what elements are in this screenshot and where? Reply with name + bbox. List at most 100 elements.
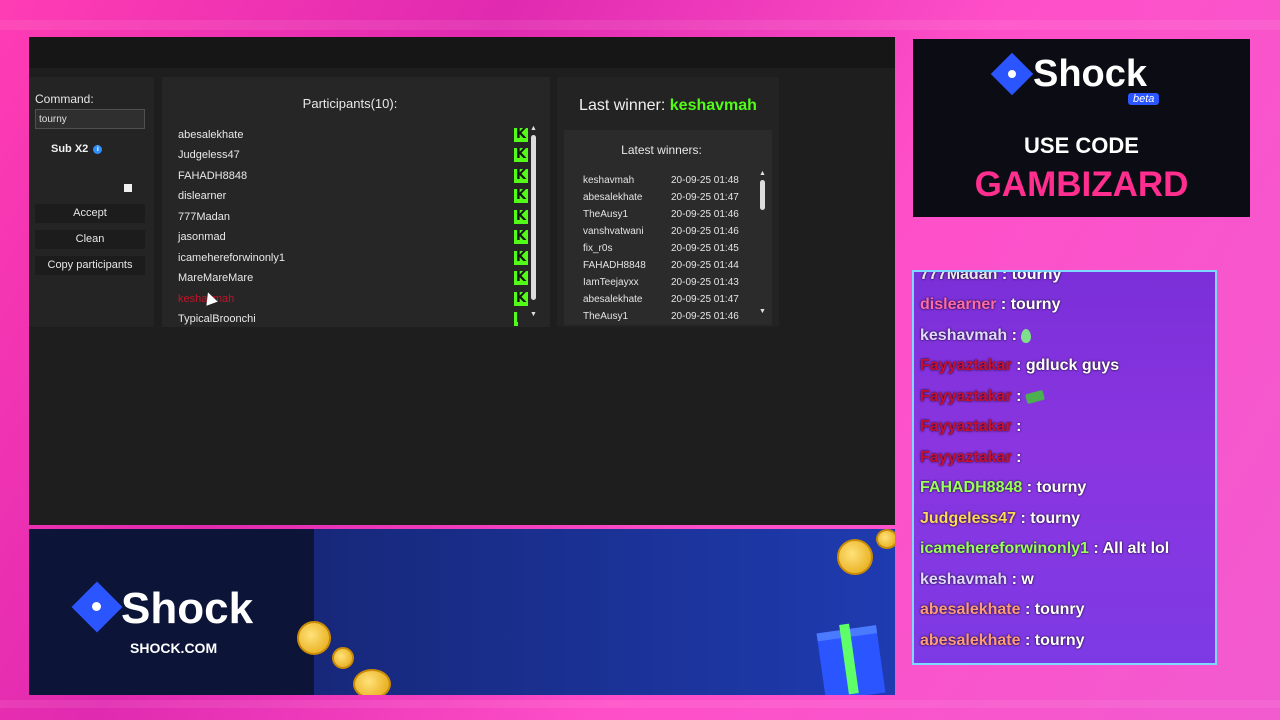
participant-row[interactable]: FAHADH8848 K: [178, 166, 528, 186]
winner-row: abesalekhate 20-09-25 01:47: [583, 291, 758, 308]
participant-row[interactable]: dislearner K: [178, 186, 528, 206]
info-icon[interactable]: i: [93, 144, 103, 154]
winner-name: FAHADH8848: [583, 260, 646, 271]
participants-scrollbar[interactable]: [531, 135, 536, 300]
winner-date: 20-09-25 01:44: [671, 260, 739, 271]
chat-message: abesalekhate : tourny: [920, 632, 1085, 650]
kick-icon: K: [514, 147, 528, 162]
chat-message: abesalekhate : tounry: [920, 601, 1085, 619]
scroll-down-arrow[interactable]: ▼: [530, 311, 537, 318]
beta-badge: beta: [1128, 93, 1160, 105]
chat-text: : tourny: [1022, 479, 1087, 496]
chat-text: :: [1011, 449, 1022, 466]
winner-date: 20-09-25 01:47: [671, 294, 739, 305]
winner-row: TheAusy1 20-09-25 01:46: [583, 206, 758, 223]
kick-icon: K: [514, 250, 528, 265]
participant-name: MareMareMare: [178, 272, 254, 284]
chat-text: : tourny: [997, 270, 1062, 283]
winner-row: fix_r0s 20-09-25 01:45: [583, 240, 758, 257]
participants-panel: Participants(10): abesalekhate K Judgeles…: [162, 77, 550, 327]
scroll-up-arrow[interactable]: ▲: [530, 125, 537, 132]
winners-scroll-down-arrow[interactable]: ▼: [759, 308, 766, 315]
participants-title: Participants(10):: [302, 96, 398, 111]
participant-row[interactable]: icamehereforwinonly1 K: [178, 248, 528, 268]
control-panel: Command: tourny Sub X2 i Accept Clean Co…: [29, 77, 154, 327]
chat-username: Fayyaztakar: [920, 388, 1012, 405]
winner-name: TheAusy1: [583, 209, 629, 220]
kick-icon: K: [514, 229, 528, 244]
participant-name: abesalekhate: [178, 129, 244, 141]
chat-message: Fayyaztakar :: [920, 449, 1021, 467]
chat-message: 777Madan : tourny: [920, 270, 1062, 284]
kick-icon: K: [514, 270, 528, 285]
chat-message: keshavmah : w: [920, 571, 1034, 589]
winner-row: vanshvatwani 20-09-25 01:46: [583, 223, 758, 240]
copy-participants-button[interactable]: Copy participants: [35, 256, 145, 275]
participant-name: Judgeless47: [178, 149, 240, 161]
participant-row[interactable]: Judgeless47 K: [178, 145, 528, 165]
winner-row: FAHADH8848 20-09-25 01:44: [583, 257, 758, 274]
app-topbar: [29, 37, 895, 68]
chat-username: abesalekhate: [920, 601, 1021, 618]
chat-message: icamehereforwinonly1 : All alt lol: [920, 540, 1169, 558]
sub-x2-checkbox[interactable]: [124, 184, 132, 192]
winner-date: 20-09-25 01:48: [671, 175, 739, 186]
participant-name: 777Madan: [178, 211, 230, 223]
participant-row[interactable]: TypicalBroonchi K: [178, 309, 518, 327]
participant-row[interactable]: 777Madan K: [178, 207, 528, 227]
last-winner-label: Last winner:: [579, 97, 666, 114]
sub-x2-option: Sub X2 i: [51, 143, 103, 155]
kick-icon: K: [514, 168, 528, 183]
command-input[interactable]: tourny: [35, 109, 145, 129]
chat-text: : w: [1007, 571, 1034, 588]
background-stripe: [0, 700, 1280, 708]
participant-name: FAHADH8848: [178, 170, 248, 182]
coin-icon: [297, 621, 331, 655]
kick-icon: K: [514, 209, 528, 224]
logo-dot: [1008, 70, 1016, 78]
chat-message: Fayyaztakar : gdluck guys: [920, 357, 1119, 375]
chat-text: : All alt lol: [1088, 540, 1170, 557]
participant-row[interactable]: MareMareMare K: [178, 268, 528, 288]
chat-text: : gdluck guys: [1011, 357, 1120, 374]
last-winner-name: keshavmah: [669, 97, 757, 114]
participant-name: dislearner: [178, 190, 227, 202]
chat-message: Judgeless47 : tourny: [920, 510, 1080, 528]
winner-row: keshavmah 20-09-25 01:48: [583, 172, 758, 189]
participant-row-selected[interactable]: keshavmah K: [178, 289, 528, 309]
winners-panel: Last winner: keshavmah Latest winners: k…: [557, 77, 779, 327]
background-stripe: [0, 20, 1280, 30]
winner-row: IamTeejayxx 20-09-25 01:43: [583, 274, 758, 291]
chat-message: Fayyaztakar :: [920, 388, 1045, 406]
winner-date: 20-09-25 01:46: [671, 226, 739, 237]
chat-text: : tourny: [996, 296, 1061, 313]
winner-name: abesalekhate: [583, 294, 643, 305]
droplet-emoji-icon: [1021, 328, 1032, 343]
latest-winners-box: Latest winners: keshavmah 20-09-25 01:48 …: [564, 130, 772, 325]
participant-row[interactable]: jasonmad K: [178, 227, 528, 247]
latest-winners-title: Latest winners:: [621, 143, 702, 157]
last-winner: Last winner: keshavmah: [557, 97, 779, 115]
participant-row[interactable]: abesalekhate K: [178, 125, 528, 145]
clean-button[interactable]: Clean: [35, 230, 145, 249]
chat-message: keshavmah :: [920, 327, 1032, 345]
chat-message: dislearner : tourny: [920, 296, 1060, 314]
winner-name: TheAusy1: [583, 311, 629, 322]
chat-text: : tounry: [1020, 601, 1085, 618]
chat-username: Fayyaztakar: [920, 357, 1012, 374]
money-emoji-icon: [1024, 389, 1045, 404]
winner-date: 20-09-25 01:43: [671, 277, 739, 288]
chat-overlay: 777Madan : tourny dislearner : tourny ke…: [912, 270, 1217, 665]
coin-icon: [332, 647, 354, 669]
winner-name: keshavmah: [583, 175, 635, 186]
accept-button[interactable]: Accept: [35, 204, 145, 223]
use-code-text: USE CODE: [1024, 133, 1139, 158]
winner-row: TheAusy1 20-09-25 01:46: [583, 308, 758, 325]
winners-scroll-up-arrow[interactable]: ▲: [759, 170, 766, 177]
winners-scrollbar[interactable]: [760, 180, 765, 210]
winner-date: 20-09-25 01:46: [671, 209, 739, 220]
command-label: Command:: [35, 92, 94, 106]
chat-username: 777Madan: [920, 270, 998, 283]
chat-username: keshavmah: [920, 571, 1008, 588]
coin-icon: [353, 669, 391, 695]
